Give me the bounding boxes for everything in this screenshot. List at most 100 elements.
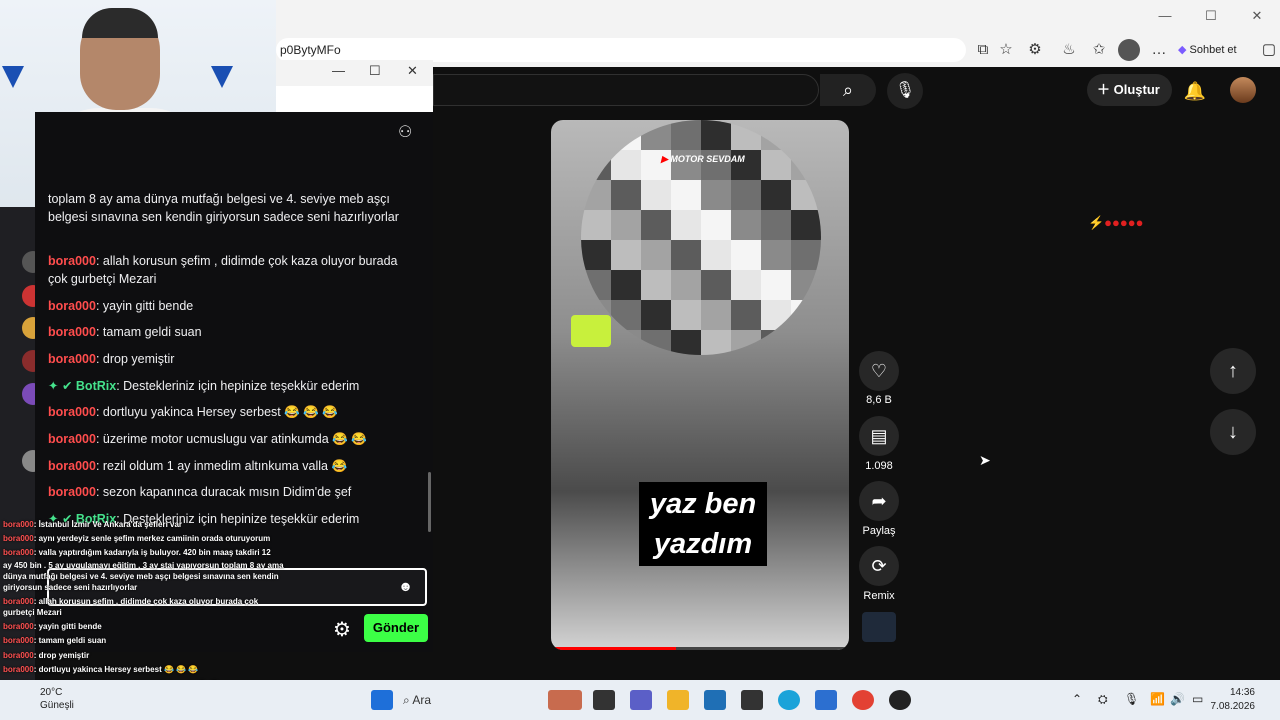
- chat-username[interactable]: bora000: [48, 325, 96, 339]
- mosaic-tile: [731, 240, 761, 270]
- search-input[interactable]: [433, 74, 819, 106]
- profile-icon[interactable]: [1118, 39, 1140, 61]
- mosaic-tile: [791, 180, 821, 210]
- chat-username[interactable]: BotRix: [76, 379, 116, 393]
- previous-short-button[interactable]: ↑: [1210, 348, 1256, 394]
- chat-username[interactable]: bora000: [48, 485, 96, 499]
- mouse-cursor-icon: ➤: [979, 452, 991, 468]
- store-icon[interactable]: [704, 690, 726, 710]
- create-button[interactable]: ＋ Oluştur: [1087, 74, 1172, 106]
- comment-button[interactable]: ▤: [859, 416, 899, 456]
- teams-icon[interactable]: [630, 690, 652, 710]
- mosaic-tile: [581, 210, 611, 240]
- like-button[interactable]: ♡: [859, 351, 899, 391]
- chat-username[interactable]: bora000: [48, 352, 96, 366]
- address-bar[interactable]: p0BytyMFo: [276, 38, 966, 62]
- notifications-bell-icon[interactable]: 🔔: [1182, 78, 1208, 104]
- overlay-chat-line: ay 450 bin . 5 ay uygulamayı eğitim , 3 …: [3, 561, 284, 571]
- shorts-video-player[interactable]: ▶ MOTOR SEVDAM yaz ben yazdım: [551, 120, 849, 650]
- windows-start-icon[interactable]: [371, 690, 393, 710]
- vscode-icon[interactable]: [815, 690, 837, 710]
- mosaic-tile: [611, 120, 641, 150]
- widget-thumbnail-icon[interactable]: [548, 690, 582, 710]
- copilot-chat-button[interactable]: ◆ Sohbet et: [1178, 41, 1258, 59]
- chat-message: ✦ ✔ BotRix: Destekleriniz için hepinize …: [48, 377, 418, 395]
- tray-app-icon[interactable]: ⛭: [1098, 692, 1108, 707]
- mosaic-tile: [791, 210, 821, 240]
- extensions-icon[interactable]: ⚙: [1024, 39, 1046, 61]
- overlay-username: bora000: [3, 636, 34, 645]
- overlay-chat-line: bora000: yayin gitti bende: [3, 622, 102, 632]
- share-button[interactable]: ➦: [859, 481, 899, 521]
- chrome-icon[interactable]: [852, 690, 874, 710]
- volume-icon[interactable]: 🔊: [1170, 692, 1185, 706]
- overlay-username: bora000: [3, 534, 34, 543]
- overlay-text: : İstanbul İzmir Ve Ankara'da şefleri va…: [33, 520, 183, 529]
- search-icon[interactable]: ⌕: [820, 74, 876, 106]
- file-explorer-icon[interactable]: [667, 690, 689, 710]
- chat-username[interactable]: bora000: [48, 432, 96, 446]
- chat-scrollbar[interactable]: [428, 472, 431, 532]
- microphone-tray-icon[interactable]: 🎙: [1124, 692, 1139, 706]
- close-button[interactable]: ✕: [1234, 0, 1280, 32]
- mosaic-tile: [761, 150, 791, 180]
- chat-settings-gear-icon[interactable]: ⚙: [333, 617, 351, 642]
- sidebar-icon[interactable]: ▢: [1258, 39, 1280, 61]
- overlay-text: : allah korusun şefim , didimde çok kaza…: [33, 597, 259, 606]
- channel-avatar[interactable]: [862, 612, 896, 642]
- mosaic-tile: [641, 240, 671, 270]
- wifi-icon[interactable]: 📶: [1150, 692, 1165, 706]
- chat-message: bora000: rezil oldum 1 ay inmedim altınk…: [48, 457, 418, 475]
- chat-username[interactable]: bora000: [48, 299, 96, 313]
- remix-button[interactable]: ⟳: [859, 546, 899, 586]
- obs-icon[interactable]: [889, 690, 911, 710]
- chevron-up-icon[interactable]: ⌃: [1072, 692, 1082, 706]
- chat-text: : Destekleriniz için hepinize teşekkür e…: [116, 379, 360, 393]
- overlay-text: : yayin gitti bende: [33, 622, 102, 631]
- overlay-chat-line: bora000: dortluyu yakinca Hersey serbest…: [3, 665, 198, 675]
- mosaic-tile: [641, 300, 671, 330]
- overlay-text: gurbetçi Mezari: [3, 608, 62, 617]
- user-list-icon[interactable]: ⚇: [398, 122, 412, 142]
- comment-icon: ▤: [870, 426, 888, 446]
- overlay-chat-line: giriyorsun sadece seni hazırlıyorlar: [3, 583, 137, 593]
- favorite-star-icon[interactable]: ☆: [995, 39, 1017, 61]
- chat-username[interactable]: bora000: [48, 405, 96, 419]
- taskbar-search[interactable]: ⌕ Ara: [403, 687, 523, 713]
- mosaic-tile: [701, 180, 731, 210]
- mosaic-tile: [791, 240, 821, 270]
- chat-maximize-button[interactable]: ☐: [369, 63, 381, 79]
- task-view-icon[interactable]: [593, 690, 615, 710]
- chat-username[interactable]: bora000: [48, 254, 96, 268]
- chat-message: bora000: tamam geldi suan: [48, 323, 418, 341]
- minimize-button[interactable]: —: [1142, 0, 1188, 32]
- split-screen-icon[interactable]: ⧉: [972, 39, 994, 61]
- chat-minimize-button[interactable]: —: [332, 63, 345, 78]
- chat-message: toplam 8 ay ama dünya mutfağı belgesi ve…: [48, 190, 418, 226]
- maximize-button[interactable]: ☐: [1188, 0, 1234, 32]
- mosaic-tile: [641, 180, 671, 210]
- kite-decoration-icon: [2, 66, 24, 88]
- mosaic-tile: [761, 240, 791, 270]
- performance-icon[interactable]: ♨: [1058, 39, 1080, 61]
- taskbar-clock[interactable]: 14:36 7.08.2026: [1211, 686, 1256, 714]
- battery-icon[interactable]: ▭: [1192, 692, 1203, 706]
- chat-text: : rezil oldum 1 ay inmedim altınkuma val…: [95, 459, 348, 473]
- overlay-chat-line: bora000: drop yemiştir: [3, 651, 89, 661]
- favorites-icon[interactable]: ✩: [1088, 39, 1110, 61]
- mosaic-tile: [761, 120, 791, 150]
- more-menu-icon[interactable]: …: [1148, 39, 1170, 61]
- avatar[interactable]: [1230, 77, 1256, 103]
- weather-widget[interactable]: 20°C Güneşli: [40, 686, 74, 712]
- video-progress-bar[interactable]: [551, 647, 849, 650]
- microphone-icon[interactable]: 🎙: [887, 73, 923, 109]
- emoji-icon[interactable]: ☻: [398, 578, 413, 594]
- next-short-button[interactable]: ↓: [1210, 409, 1256, 455]
- chat-close-button[interactable]: ✕: [407, 63, 418, 79]
- chat-username[interactable]: bora000: [48, 459, 96, 473]
- chat-text: : drop yemiştir: [95, 352, 175, 366]
- edge-icon[interactable]: [778, 690, 800, 710]
- app-icon[interactable]: [741, 690, 763, 710]
- send-button[interactable]: Gönder: [364, 614, 428, 642]
- mosaic-tile: [791, 270, 821, 300]
